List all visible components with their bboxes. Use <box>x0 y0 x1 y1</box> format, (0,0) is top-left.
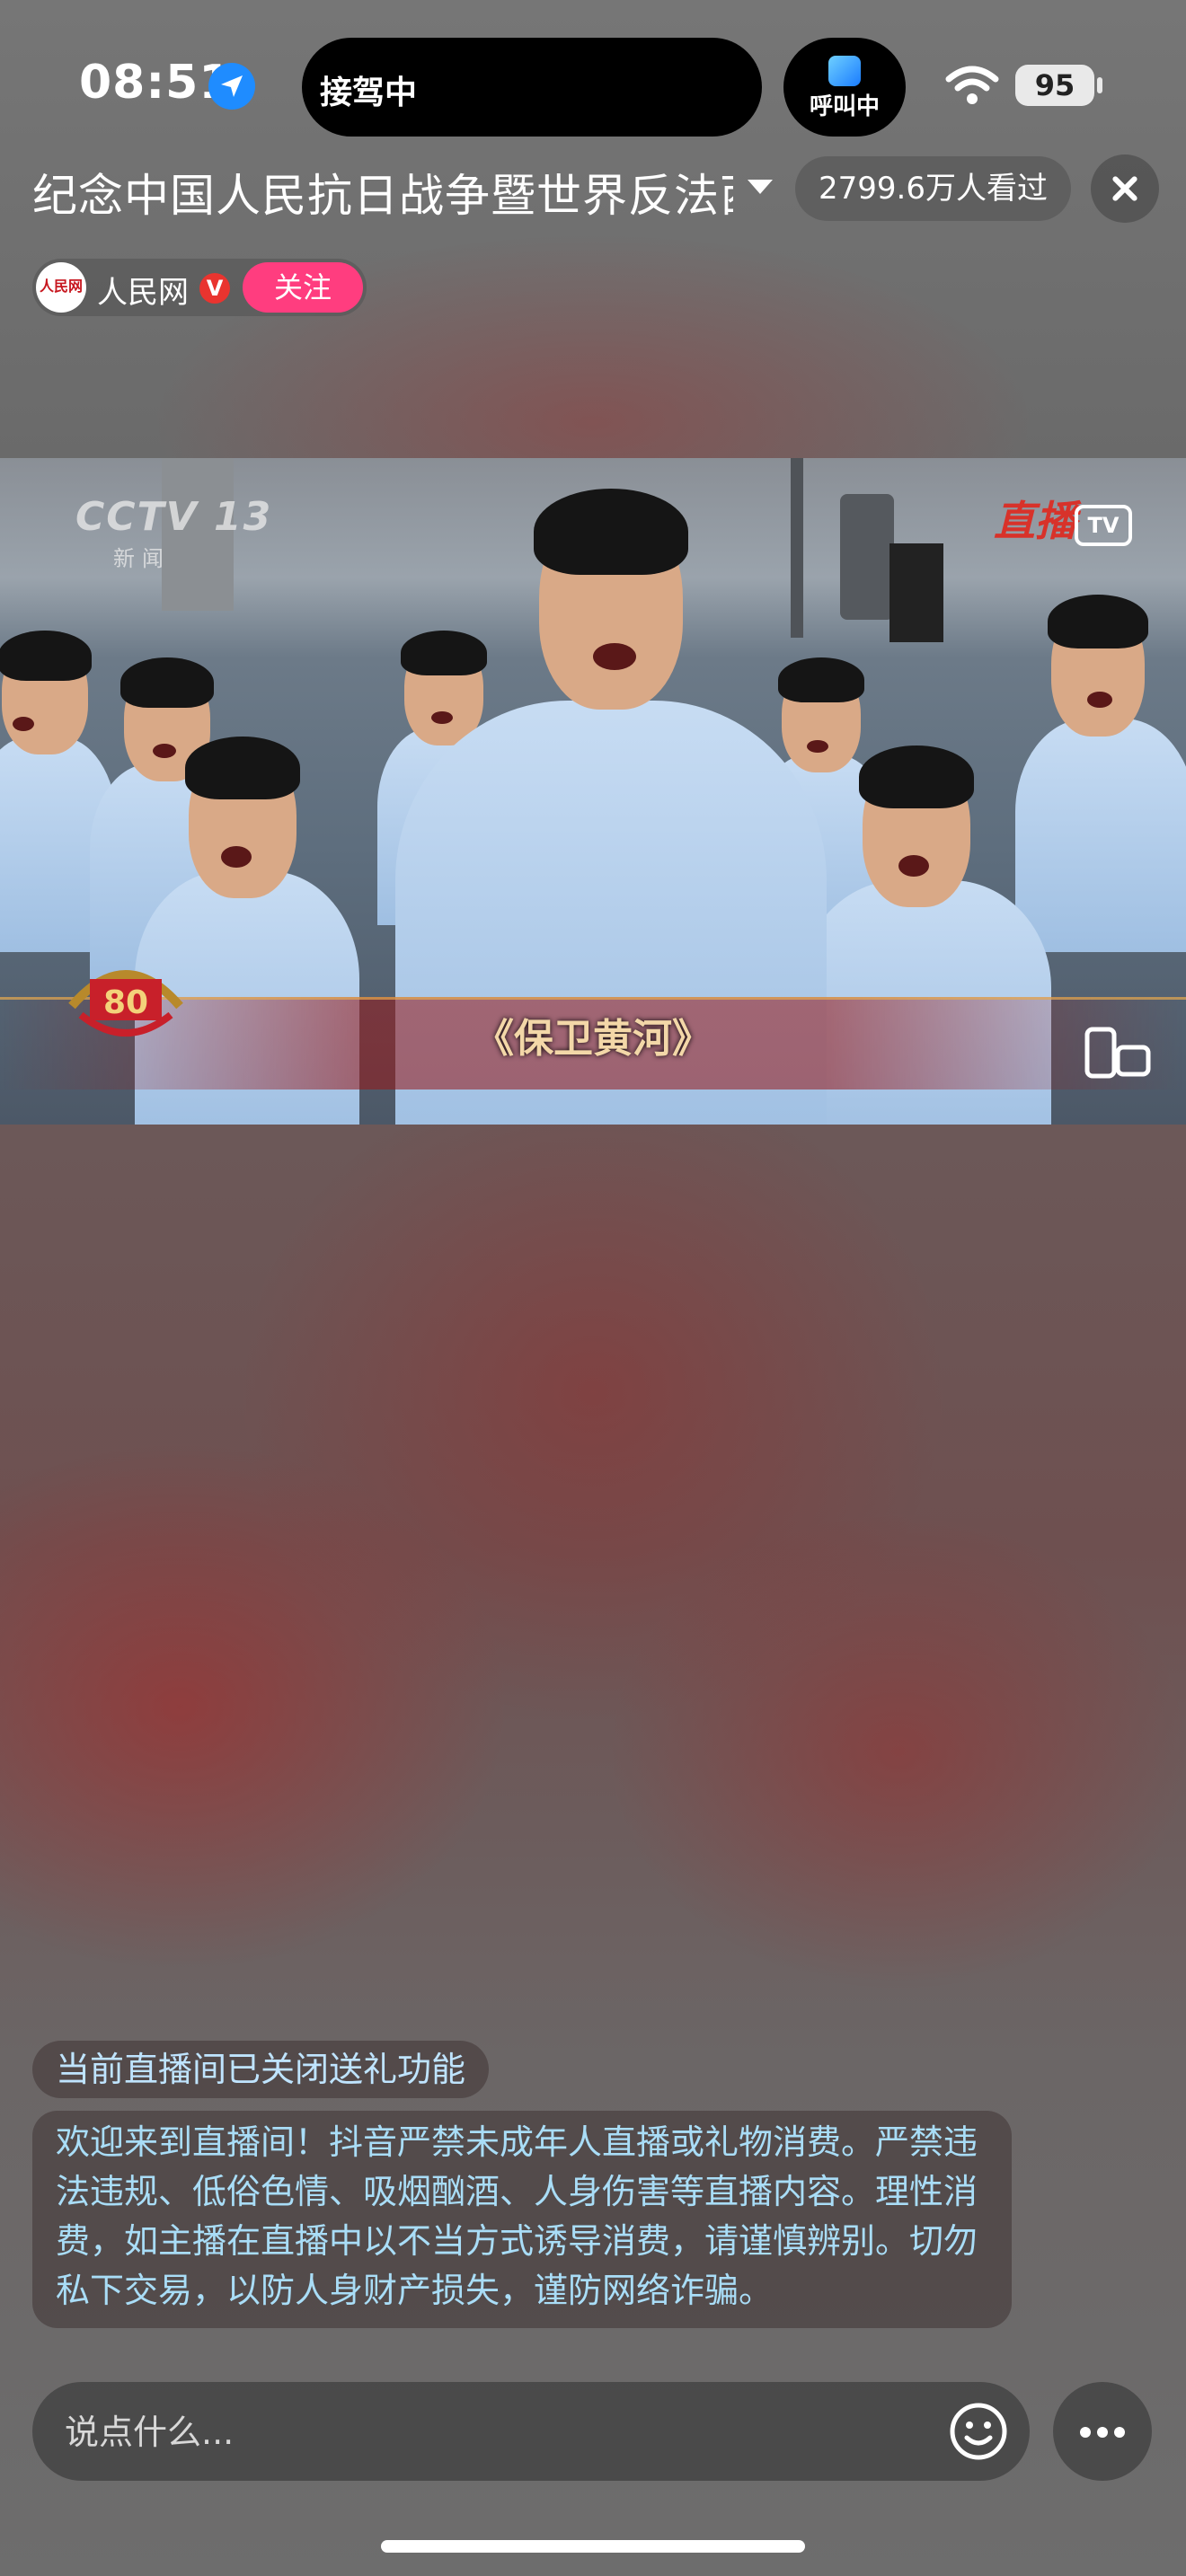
gift-disabled-notice: 当前直播间已关闭送礼功能 <box>32 2041 490 2098</box>
battery-icon: 95 <box>1015 65 1094 106</box>
channel-logo: CCTV 13 <box>75 494 273 540</box>
avatar-logo-text: 人民网 <box>39 278 83 295</box>
speaker-stack <box>890 543 943 642</box>
emoji-icon[interactable] <box>947 2400 1010 2463</box>
lamp-post <box>840 494 894 620</box>
live-tag: 直播 <box>994 497 1076 545</box>
comment-box[interactable] <box>32 2382 1030 2481</box>
call-status-text: 呼叫中 <box>809 93 880 120</box>
home-indicator[interactable] <box>381 2540 805 2553</box>
welcome-message: 欢迎来到直播间！抖音严禁未成年人直播或礼物消费。严禁违法违规、低俗色情、吸烟酗酒… <box>32 2111 1012 2328</box>
dynamic-island-ride-status[interactable]: 接驾中 <box>302 38 762 137</box>
avatar[interactable]: 人民网 <box>36 262 86 313</box>
status-bar: 08:51 接驾中 呼叫中 95 <box>0 0 1186 171</box>
chevron-down-icon[interactable] <box>748 180 773 194</box>
rotate-screen-icon[interactable] <box>1084 1026 1152 1080</box>
wifi-icon <box>945 66 999 104</box>
live-video-player[interactable]: CCTV 13 新闻 直播 TV 《保卫黄河》 80 <box>0 458 1186 1125</box>
channel-sub: 新闻 <box>113 546 171 571</box>
tv-cast-icon[interactable]: TV <box>1075 505 1132 546</box>
app-icon <box>828 56 861 86</box>
comment-input[interactable] <box>63 2407 875 2457</box>
lamp-post <box>791 458 803 638</box>
close-button[interactable] <box>1091 154 1159 223</box>
more-options-button[interactable] <box>1053 2382 1152 2481</box>
live-title[interactable]: 纪念中国人民抗日战争暨世界反法西斯战争胜利80周年 <box>32 160 733 225</box>
anchor-info[interactable]: 人民网 人民网 V 关注 <box>32 259 367 316</box>
location-arrow-icon <box>208 63 255 110</box>
battery-nub <box>1097 77 1102 93</box>
badge-number: 80 <box>103 984 148 1021</box>
call-status-pill[interactable]: 呼叫中 <box>783 38 906 137</box>
anchor-name[interactable]: 人民网 <box>97 268 189 312</box>
follow-button[interactable]: 关注 <box>243 262 363 313</box>
verified-badge-icon: V <box>199 273 230 304</box>
ride-status-text: 接驾中 <box>320 75 418 111</box>
viewer-count[interactable]: 2799.6万人看过 <box>795 156 1071 221</box>
anniversary-80-badge-icon: 80 <box>68 970 183 1037</box>
